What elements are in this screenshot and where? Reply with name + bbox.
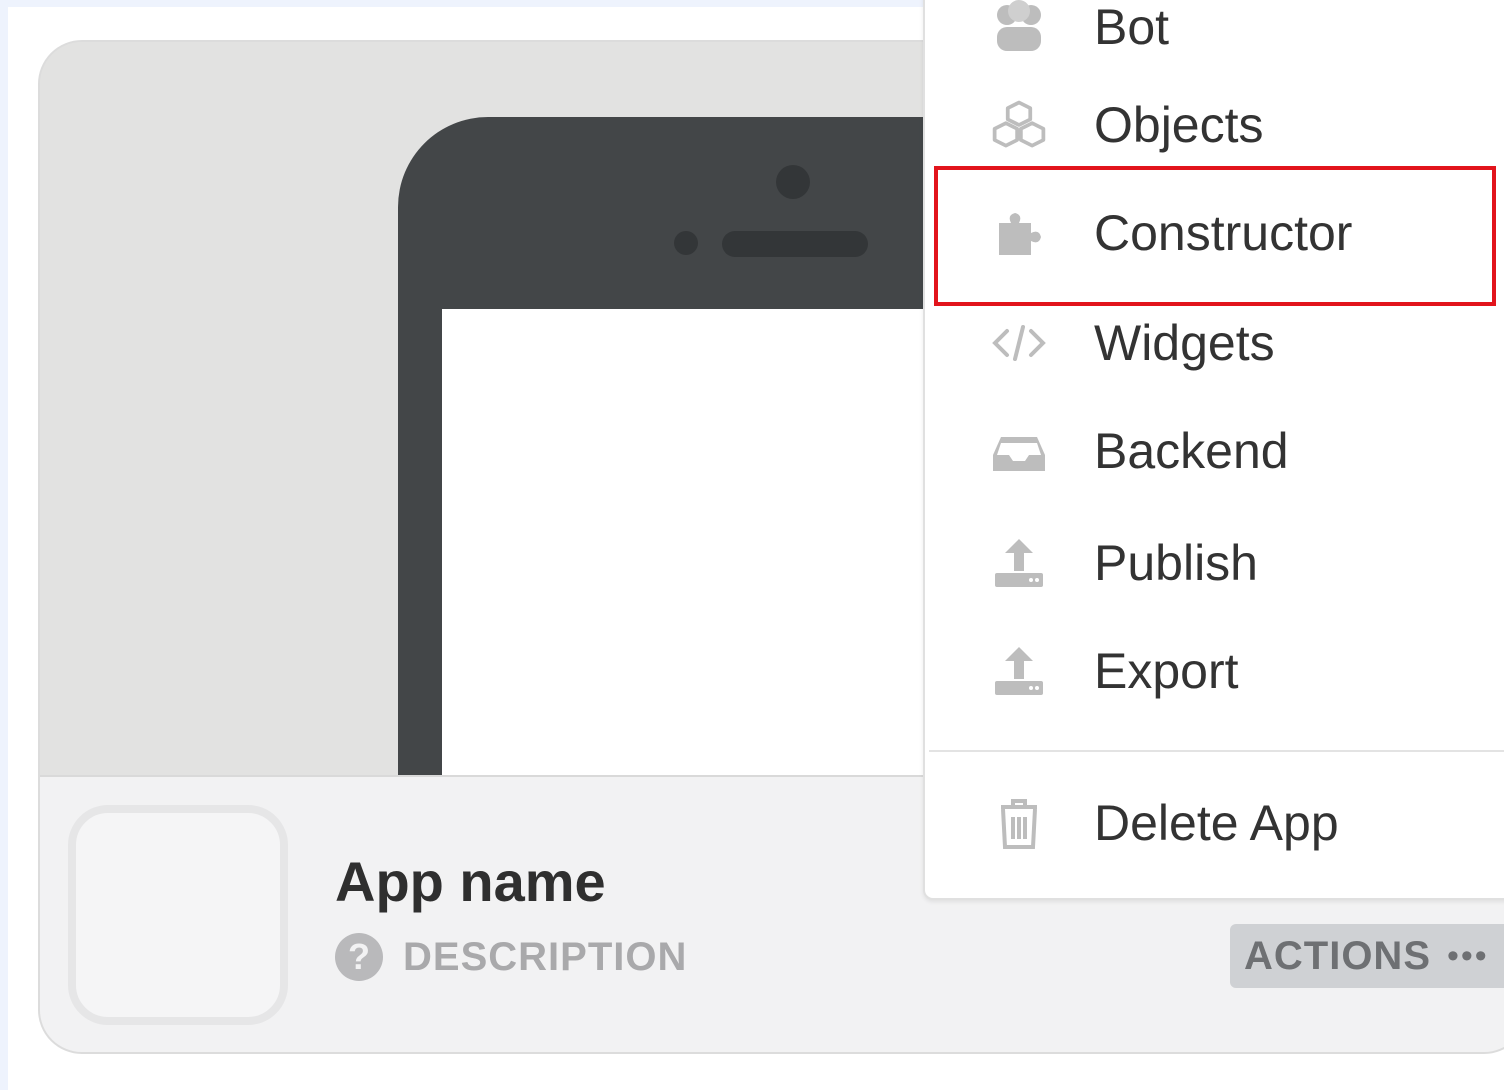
help-icon: ? xyxy=(335,933,383,981)
upload-icon xyxy=(995,647,1043,695)
trash-icon xyxy=(1001,799,1037,849)
bot-icon xyxy=(997,0,1041,51)
menu-item-label: Objects xyxy=(1094,97,1264,153)
menu-item-export[interactable]: Export xyxy=(925,616,1504,726)
phone-camera xyxy=(776,165,810,199)
actions-label: ACTIONS xyxy=(1244,933,1431,978)
menu-divider xyxy=(929,750,1504,752)
app-name: App name xyxy=(335,850,606,913)
inbox-icon xyxy=(993,437,1045,471)
menu-item-label: Publish xyxy=(1094,535,1258,591)
constructor-highlight-box xyxy=(934,166,1496,306)
actions-button[interactable]: ACTIONS ••• xyxy=(1230,924,1504,988)
menu-item-label: Export xyxy=(1094,643,1239,699)
menu-item-delete-app[interactable]: Delete App xyxy=(925,768,1504,878)
menu-item-label: Backend xyxy=(1094,423,1289,479)
cubes-icon xyxy=(992,100,1046,148)
menu-item-backend[interactable]: Backend xyxy=(925,396,1504,506)
menu-item-label: Delete App xyxy=(1094,795,1339,851)
menu-item-objects[interactable]: Objects xyxy=(925,70,1504,180)
description-row[interactable]: ? DESCRIPTION xyxy=(335,933,687,981)
description-label: DESCRIPTION xyxy=(403,934,688,979)
upload-icon xyxy=(995,539,1043,587)
more-dots-icon: ••• xyxy=(1447,936,1489,975)
code-icon xyxy=(992,325,1046,361)
phone-sensor xyxy=(674,231,698,255)
menu-item-label: Widgets xyxy=(1094,315,1275,371)
app-icon-placeholder[interactable] xyxy=(68,805,288,1025)
actions-dropdown-menu: Bot Objects Constructor Widgets Backend … xyxy=(923,0,1504,900)
phone-speaker xyxy=(722,231,868,257)
menu-item-publish[interactable]: Publish xyxy=(925,508,1504,618)
menu-item-label: Bot xyxy=(1094,0,1170,55)
